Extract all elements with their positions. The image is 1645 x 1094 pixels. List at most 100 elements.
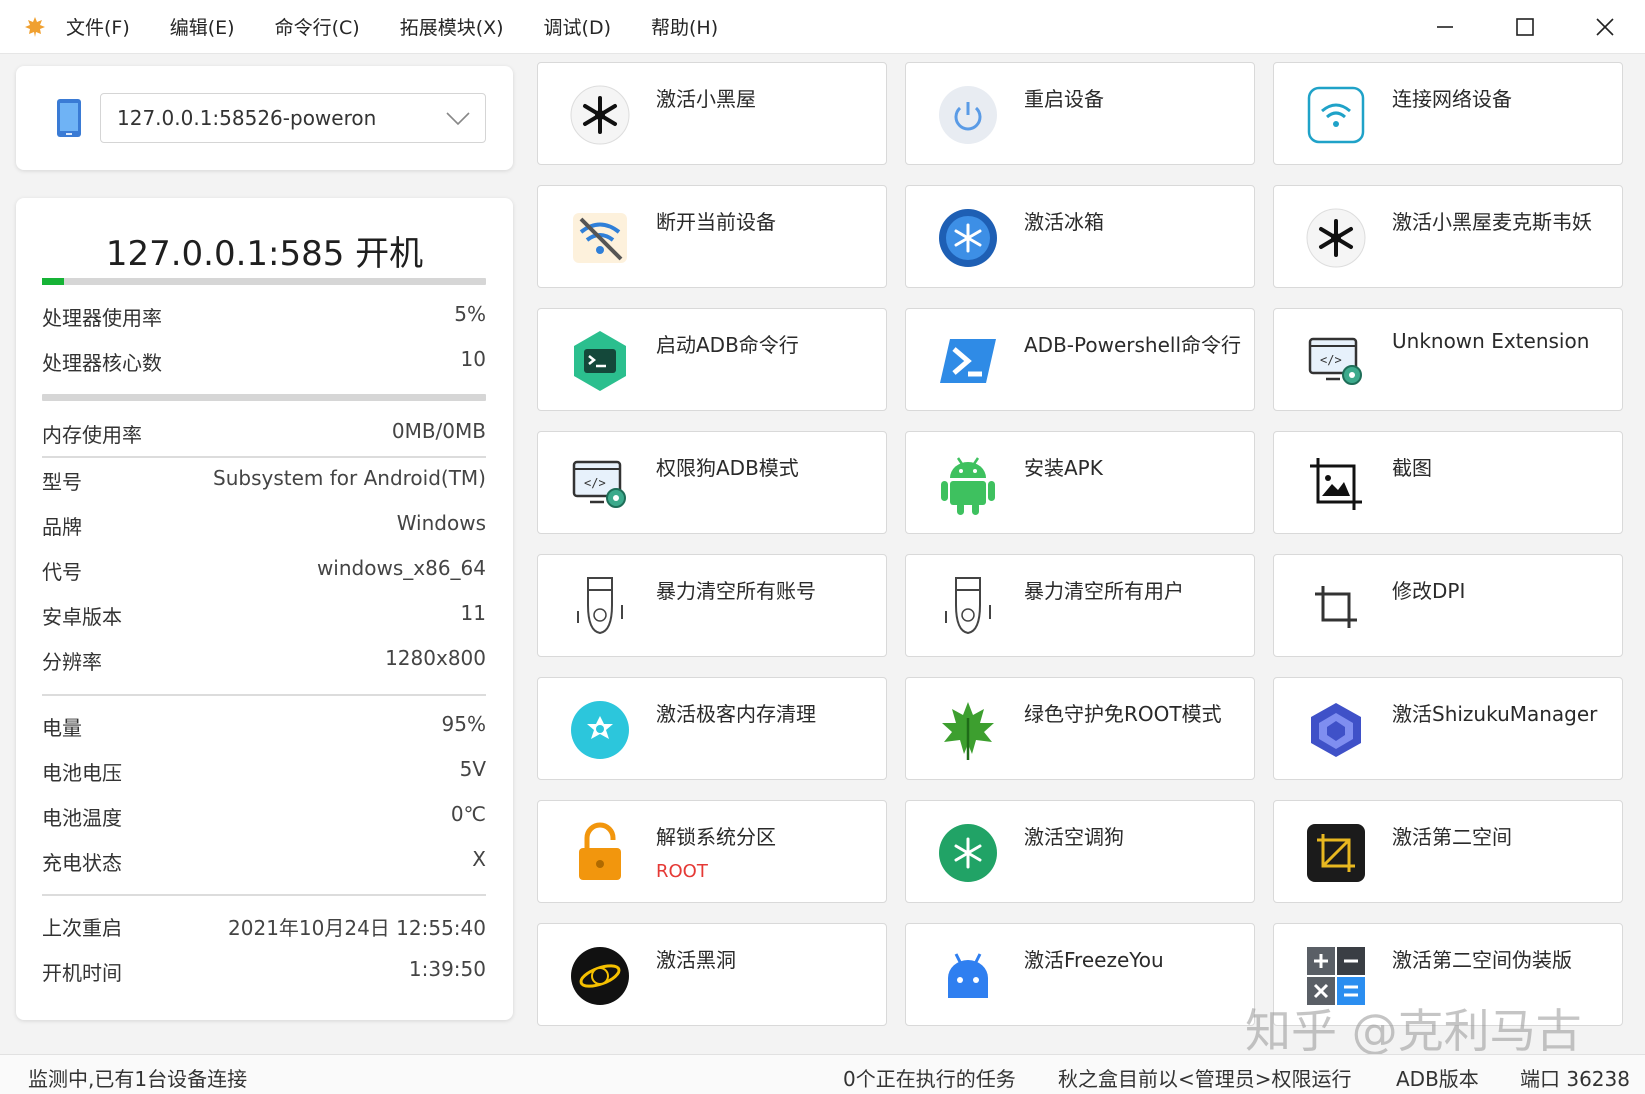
bomb-icon (936, 575, 1000, 639)
extension-tile[interactable]: 激活FreezeYou (905, 923, 1255, 1026)
info-row-label: 处理器核心数 (42, 351, 162, 375)
extension-tile[interactable]: 暴力清空所有账号 (537, 554, 887, 657)
second-space-icon (1304, 821, 1368, 885)
screenshot-icon (1304, 452, 1368, 516)
info-row: 品牌 Windows (42, 511, 486, 540)
snowflake-black-icon (568, 83, 632, 147)
shizuku-icon (1304, 698, 1368, 762)
extension-tile-label: 绿色守护免ROOT模式 (1024, 702, 1222, 726)
info-row-label: 处理器使用率 (42, 306, 162, 330)
extension-tile[interactable]: 激活小黑屋麦克斯韦妖 (1273, 185, 1623, 288)
code-settings-icon: </> (568, 452, 632, 516)
unlock-icon (568, 821, 632, 885)
extension-tile[interactable]: 激活第二空间伪装版 (1273, 923, 1623, 1026)
extension-tile[interactable]: ADB-Powershell命令行 (905, 308, 1255, 411)
android-icon (936, 452, 1000, 516)
minimize-icon[interactable] (1405, 0, 1485, 54)
status-tasks: 0个正在执行的任务 (843, 1067, 1016, 1091)
status-adb-version: ADB版本 (1396, 1067, 1479, 1091)
crop-icon (1304, 575, 1368, 639)
menu-item[interactable]: 帮助(H) (651, 13, 718, 40)
calculator-icon (1304, 944, 1368, 1008)
close-icon[interactable] (1565, 0, 1645, 54)
info-row: 处理器使用率 5% (42, 302, 486, 331)
extension-tile[interactable]: 连接网络设备 (1273, 62, 1623, 165)
info-row-value: 10 (460, 347, 486, 371)
info-row: 处理器核心数 10 (42, 347, 486, 376)
status-bar: 监测中,已有1台设备连接 0个正在执行的任务 秋之盒目前以<管理员>权限运行 A… (0, 1054, 1645, 1094)
extension-tile-label: 修改DPI (1392, 579, 1466, 603)
info-row-label: 型号 (42, 470, 82, 494)
phone-icon (56, 98, 82, 142)
maximize-icon[interactable] (1485, 0, 1565, 54)
device-selector-panel: 127.0.0.1:58526-poweron (16, 66, 513, 170)
info-row: 安卓版本 11 (42, 601, 486, 630)
extension-tile[interactable]: 激活冰箱 (905, 185, 1255, 288)
extension-tile[interactable]: 重启设备 (905, 62, 1255, 165)
extension-tile[interactable]: 启动ADB命令行 (537, 308, 887, 411)
extension-tile-label: 激活极客内存清理 (656, 702, 816, 726)
info-row-value: 95% (441, 712, 486, 736)
extension-tile[interactable]: 激活ShizukuManager (1273, 677, 1623, 780)
extension-tile[interactable]: 断开当前设备 (537, 185, 887, 288)
extension-tile[interactable]: 解锁系统分区 ROOT (537, 800, 887, 903)
info-row: 代号 windows_x86_64 (42, 556, 486, 585)
power-icon (936, 83, 1000, 147)
chevron-down-icon (445, 108, 471, 133)
info-row: 型号 Subsystem for Android(TM) (42, 466, 486, 495)
terminal-icon (568, 329, 632, 393)
divider (42, 894, 486, 896)
device-info-panel: 127.0.0.1:585 开机 处理器使用率 5% 处理器核心数 10 内存使用率 0M… (16, 198, 513, 1020)
extension-tile[interactable]: 激活空调狗 (905, 800, 1255, 903)
svg-text:</>: </> (584, 476, 606, 490)
extension-tile[interactable]: 截图 (1273, 431, 1623, 534)
device-dropdown[interactable]: 127.0.0.1:58526-poweron (100, 93, 486, 143)
extension-tile[interactable]: 绿色守护免ROOT模式 (905, 677, 1255, 780)
status-admin: 秋之盒目前以<管理员>权限运行 (1058, 1067, 1352, 1091)
bomb-icon (568, 575, 632, 639)
extension-tile-label: 激活小黑屋麦克斯韦妖 (1392, 210, 1592, 234)
extension-tile[interactable]: 激活极客内存清理 (537, 677, 887, 780)
wifi-icon (1304, 83, 1368, 147)
info-row: 充电状态 X (42, 847, 486, 876)
extension-tile-label: 截图 (1392, 456, 1432, 480)
extension-tile[interactable]: 暴力清空所有用户 (905, 554, 1255, 657)
icebox-icon (936, 206, 1000, 270)
extension-tile-label: 连接网络设备 (1392, 87, 1512, 111)
info-row-value: 0℃ (450, 802, 486, 826)
extension-tile-label: 激活小黑屋 (656, 87, 756, 111)
wifi-off-icon (568, 206, 632, 270)
extension-tile[interactable]: </> Unknown Extension (1273, 308, 1623, 411)
extension-tile[interactable]: 激活小黑屋 (537, 62, 887, 165)
menu-item[interactable]: 拓展模块(X) (400, 13, 504, 40)
status-port: 端口 36238 (1520, 1067, 1630, 1091)
info-row-value: 2021年10月24日 12:55:40 (228, 916, 486, 940)
extension-tile-label: 激活第二空间伪装版 (1392, 948, 1572, 972)
menu-item[interactable]: 调试(D) (544, 13, 611, 40)
device-dropdown-value: 127.0.0.1:58526-poweron (117, 106, 377, 130)
maple-leaf-logo-icon (22, 14, 48, 40)
blackhole-icon (568, 944, 632, 1008)
menu-item[interactable]: 文件(F) (66, 13, 130, 40)
cpu-progress-fill (42, 278, 65, 285)
info-row-label: 电池电压 (42, 761, 122, 785)
extension-tile[interactable]: 激活黑洞 (537, 923, 887, 1026)
extension-tile[interactable]: 修改DPI (1273, 554, 1623, 657)
menu-item[interactable]: 命令行(C) (275, 13, 360, 40)
extension-tile-label: 激活第二空间 (1392, 825, 1512, 849)
info-row: 分辨率 1280x800 (42, 646, 486, 675)
info-row-value: 5% (454, 302, 486, 326)
geek-cleaner-icon (568, 698, 632, 762)
info-row: 电池温度 0℃ (42, 802, 486, 831)
info-row-label: 电量 (42, 716, 82, 740)
info-row-value: 0MB/0MB (391, 419, 486, 443)
extension-tile[interactable]: 安装APK (905, 431, 1255, 534)
menu-item[interactable]: 编辑(E) (170, 13, 235, 40)
extension-tile-label: 暴力清空所有用户 (1024, 579, 1184, 603)
info-row-label: 开机时间 (42, 961, 122, 985)
code-settings-icon: </> (1304, 329, 1368, 393)
extension-tile[interactable]: 激活第二空间 (1273, 800, 1623, 903)
info-row-label: 电池温度 (42, 806, 122, 830)
extension-tile[interactable]: </> 权限狗ADB模式 (537, 431, 887, 534)
info-row: 电量 95% (42, 712, 486, 741)
